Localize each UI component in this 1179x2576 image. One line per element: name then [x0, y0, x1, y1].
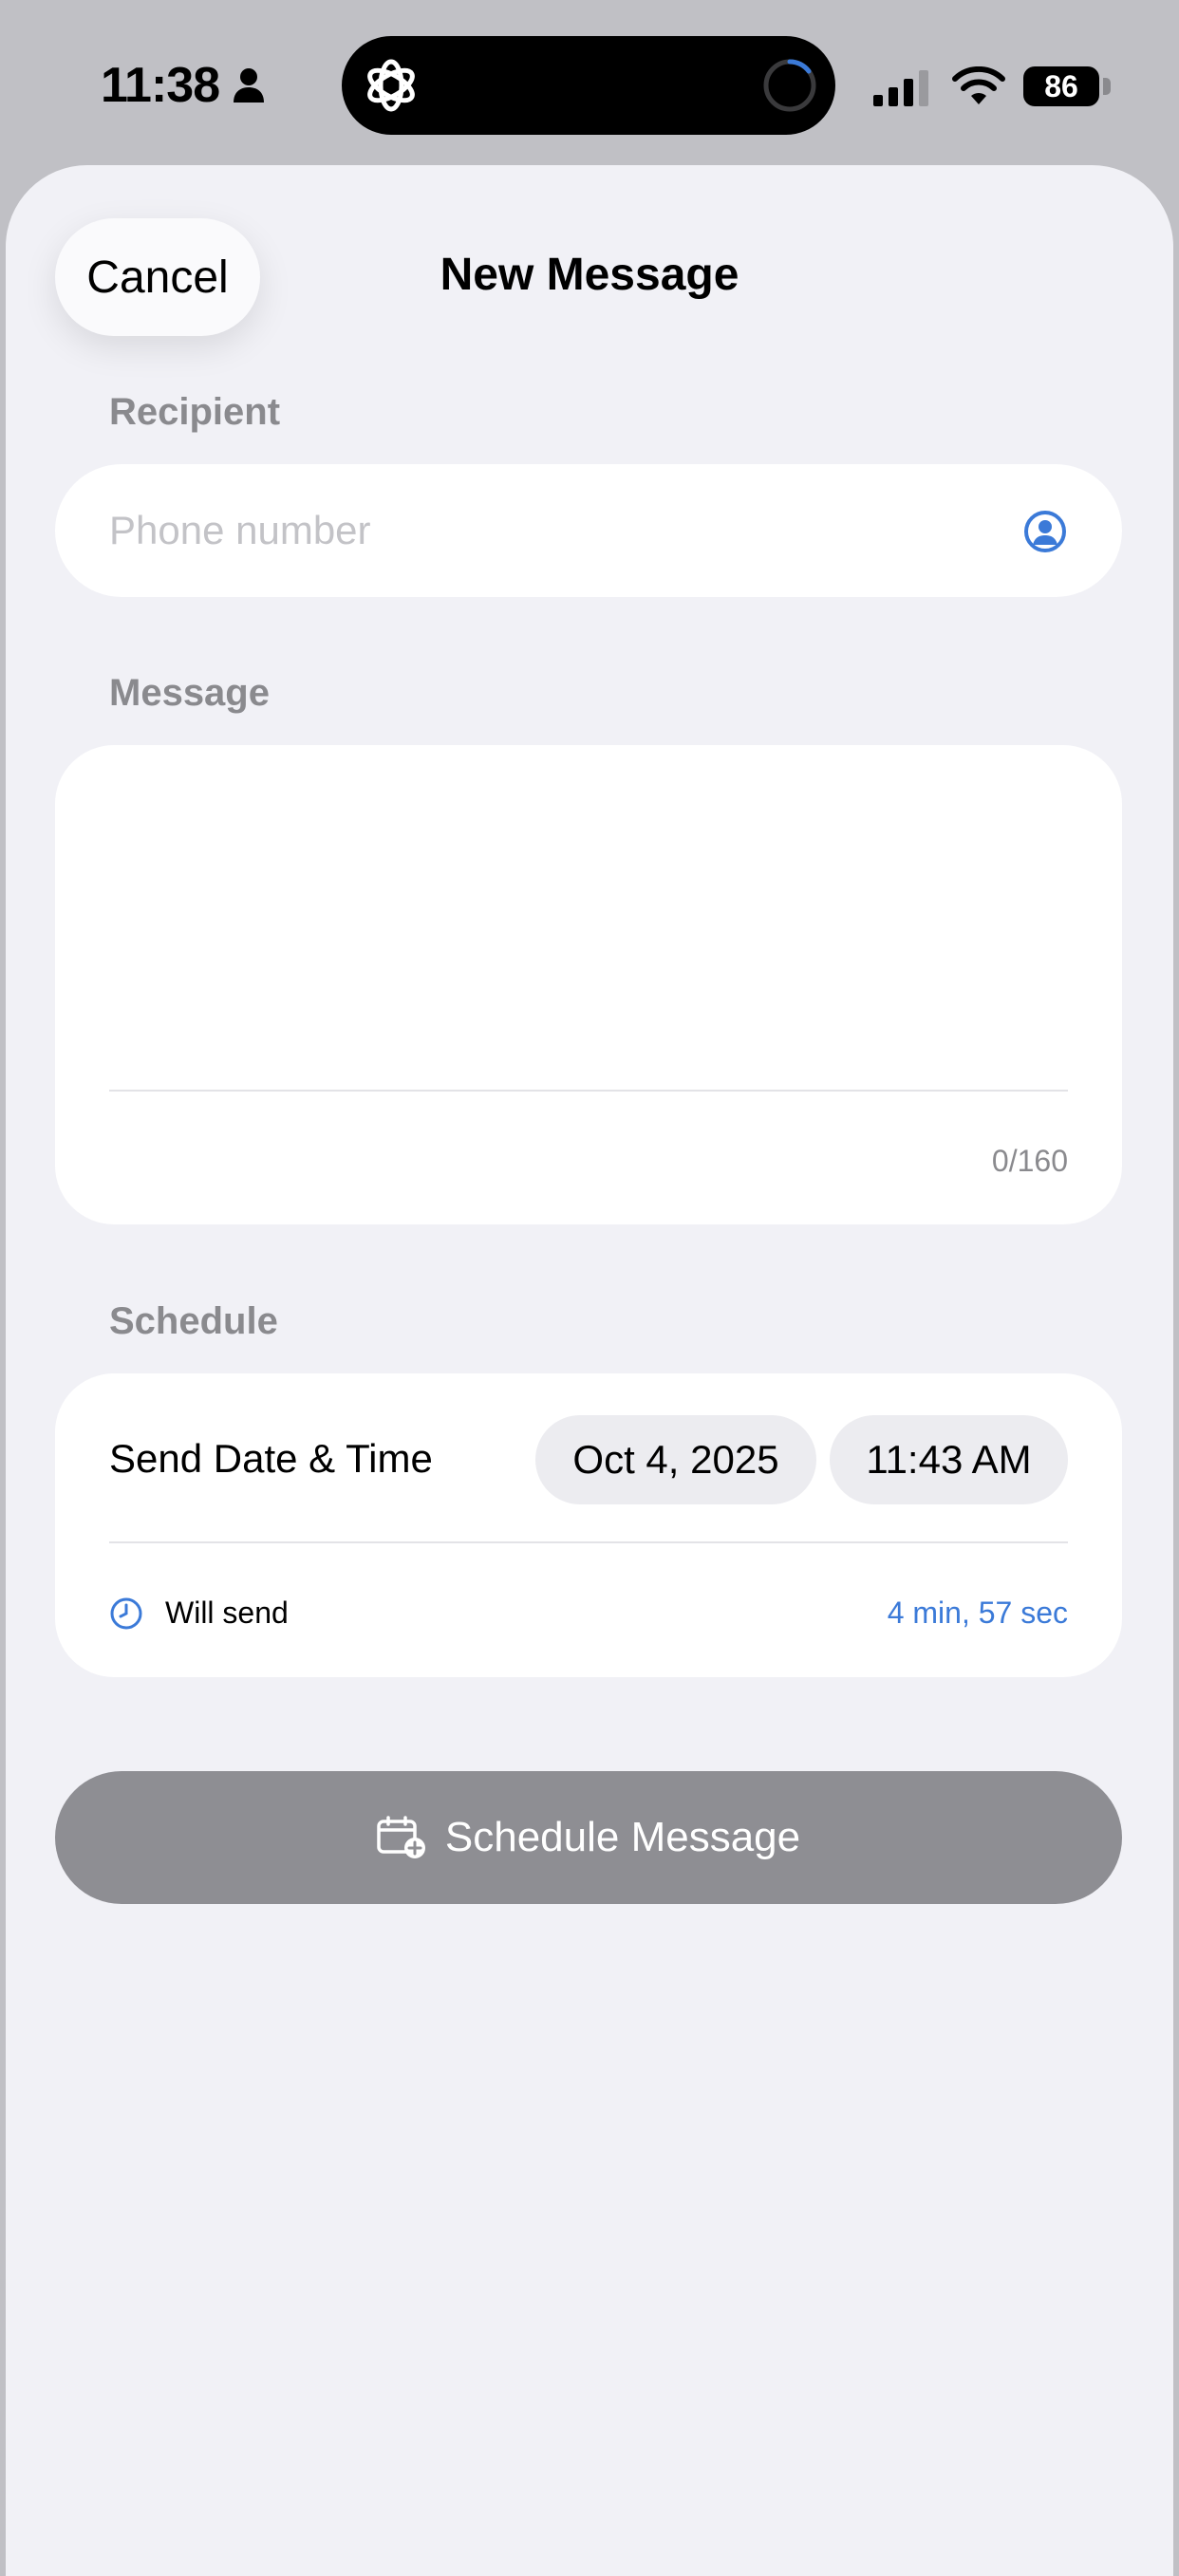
message-card: 0/160	[55, 745, 1122, 1224]
loading-spinner-icon	[763, 59, 816, 112]
recipient-card	[55, 464, 1122, 597]
schedule-section-label: Schedule	[109, 1300, 278, 1342]
status-time: 11:38	[101, 58, 220, 113]
message-divider	[109, 1090, 1068, 1092]
date-picker-button[interactable]: Oct 4, 2025	[535, 1415, 816, 1504]
chatgpt-logo-icon	[367, 59, 415, 112]
status-bar: 11:38 86	[0, 0, 1179, 166]
recipient-section-label: Recipient	[109, 391, 281, 433]
schedule-message-label: Schedule Message	[444, 1814, 801, 1860]
battery-icon: 86	[1023, 66, 1113, 106]
schedule-divider	[109, 1541, 1068, 1543]
message-section-label: Message	[109, 672, 270, 714]
calendar-add-icon	[377, 1816, 425, 1858]
person-icon	[234, 68, 264, 103]
battery-level: 86	[1023, 66, 1099, 106]
schedule-message-button[interactable]: Schedule Message	[55, 1771, 1122, 1904]
dynamic-island	[342, 36, 835, 135]
contact-picker-icon[interactable]	[1023, 510, 1067, 553]
schedule-card: Send Date & Time Oct 4, 2025 11:43 AM Wi…	[55, 1373, 1122, 1677]
character-count: 0/160	[991, 1144, 1068, 1178]
battery-cap	[1103, 78, 1111, 95]
page-title: New Message	[440, 250, 739, 300]
wifi-icon	[952, 66, 1005, 104]
send-countdown: 4 min, 57 sec	[887, 1596, 1068, 1630]
clock-icon	[110, 1597, 142, 1630]
send-date-time-label: Send Date & Time	[109, 1436, 433, 1481]
phone-number-input[interactable]	[109, 464, 964, 597]
cellular-signal-icon	[873, 70, 928, 106]
will-send-label: Will send	[165, 1596, 289, 1630]
message-textarea[interactable]	[109, 774, 1072, 1081]
time-picker-button[interactable]: 11:43 AM	[830, 1415, 1068, 1504]
